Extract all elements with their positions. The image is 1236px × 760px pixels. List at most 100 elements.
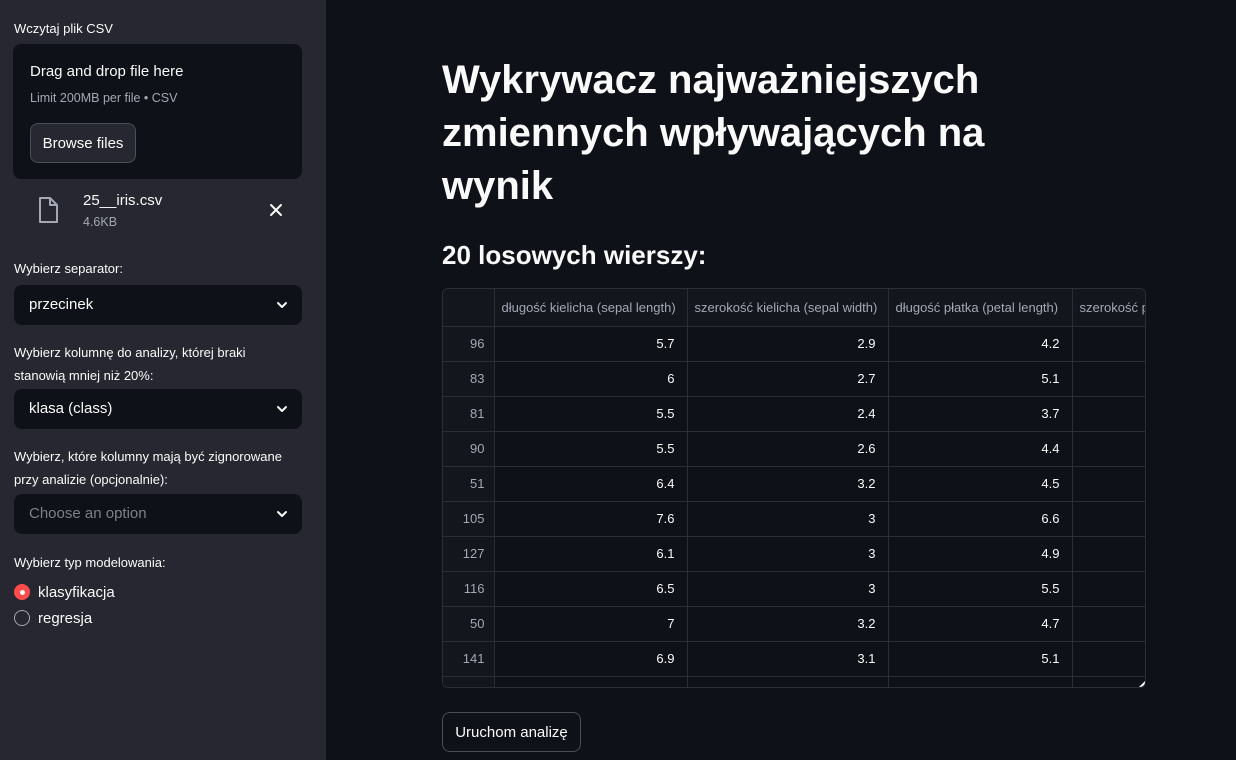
column-label-line2: stanowią mniej niż 20%:: [14, 368, 154, 383]
sidebar: Wczytaj plik CSV Drag and drop file here…: [0, 0, 326, 760]
row-index: 96: [443, 326, 495, 362]
row-index: 105: [443, 501, 495, 537]
file-name: 25__iris.csv: [83, 192, 163, 209]
run-analysis-button[interactable]: Uruchom analizę: [442, 712, 581, 752]
table-cell[interactable]: 3.2: [687, 606, 889, 642]
table-cell: [888, 676, 1073, 687]
table-cell[interactable]: 4.2: [888, 326, 1073, 362]
page-title: Wykrywacz najważniejszych zmiennych wpły…: [442, 58, 985, 208]
table-cell[interactable]: [1072, 466, 1145, 502]
column-header[interactable]: szerokość kielicha (sepal width): [687, 289, 889, 327]
table-cell[interactable]: 5.1: [888, 361, 1073, 397]
table-cell[interactable]: 6.4: [494, 466, 688, 502]
table-cell[interactable]: 3.7: [888, 396, 1073, 432]
table-row: 96 5.7 2.9 4.2: [443, 326, 1145, 362]
table-cell[interactable]: 3.2: [687, 466, 889, 502]
table-row: 116 6.5 3 5.5: [443, 571, 1145, 607]
table-cell[interactable]: 4.7: [888, 606, 1073, 642]
dropzone-title: Drag and drop file here: [30, 63, 184, 80]
dropzone-limit: Limit 200MB per file • CSV: [30, 91, 178, 105]
target-column-select[interactable]: klasa (class): [14, 389, 302, 429]
table-cell[interactable]: 3: [687, 571, 889, 607]
radio-klasyfikacja[interactable]: klasyfikacja: [14, 582, 115, 602]
row-index: 116: [443, 571, 495, 607]
row-index: 141: [443, 641, 495, 677]
table-cell[interactable]: 7.6: [494, 501, 688, 537]
table-cell[interactable]: [1072, 431, 1145, 467]
table-cell[interactable]: 6.9: [494, 641, 688, 677]
ignore-columns-multiselect[interactable]: Choose an option: [14, 494, 302, 534]
row-index: 83: [443, 361, 495, 397]
file-size: 4.6KB: [83, 215, 118, 229]
table-cell[interactable]: [1072, 606, 1145, 642]
row-index: 50: [443, 606, 495, 642]
separator-label: Wybierz separator:: [14, 261, 123, 276]
table-cell[interactable]: 3.1: [687, 641, 889, 677]
table-cell[interactable]: [1072, 501, 1145, 537]
table-row: 127 6.1 3 4.9: [443, 536, 1145, 572]
table-header-row: długość kielicha (sepal length) szerokoś…: [443, 289, 1145, 327]
file-dropzone[interactable]: Drag and drop file here Limit 200MB per …: [13, 44, 302, 179]
table-cell: [1072, 676, 1145, 687]
table-cell[interactable]: [1072, 571, 1145, 607]
table-cell[interactable]: 2.6: [687, 431, 889, 467]
table-cell[interactable]: 6: [494, 361, 688, 397]
table-cell[interactable]: 4.5: [888, 466, 1073, 502]
table-cell[interactable]: 7: [494, 606, 688, 642]
table-cell[interactable]: [1072, 536, 1145, 572]
table-row: 50 7 3.2 4.7: [443, 606, 1145, 642]
radio-selected-indicator: [14, 584, 30, 600]
table-cell: [494, 676, 688, 687]
table-cell[interactable]: [1072, 326, 1145, 362]
table-cell[interactable]: 5.5: [494, 396, 688, 432]
radio-regresja[interactable]: regresja: [14, 608, 92, 628]
column-label-line1: Wybierz kolumnę do analizy, której braki: [14, 345, 246, 360]
table-cell[interactable]: 5.5: [888, 571, 1073, 607]
table-row: 105 7.6 3 6.6: [443, 501, 1145, 537]
table-cell[interactable]: 6.5: [494, 571, 688, 607]
ignore-label-line2: przy analizie (opcjonalnie):: [14, 472, 168, 487]
table-cell[interactable]: 3: [687, 536, 889, 572]
table-cell[interactable]: 3: [687, 501, 889, 537]
table-cell[interactable]: [1072, 641, 1145, 677]
table-cell[interactable]: 2.9: [687, 326, 889, 362]
table-row: 90 5.5 2.6 4.4: [443, 431, 1145, 467]
column-header[interactable]: długość płatka (petal length): [888, 289, 1073, 327]
table-cell[interactable]: 4.9: [888, 536, 1073, 572]
model-type-label: Wybierz typ modelowania:: [14, 555, 166, 570]
radio-label: klasyfikacja: [38, 583, 115, 601]
table-cell[interactable]: 5.1: [888, 641, 1073, 677]
data-table[interactable]: długość kielicha (sepal length) szerokoś…: [442, 288, 1146, 688]
uploaded-file: 25__iris.csv 4.6KB: [13, 188, 302, 236]
close-icon[interactable]: [267, 201, 285, 219]
table-row: 51 6.4 3.2 4.5: [443, 466, 1145, 502]
target-column-value: klasa (class): [29, 400, 113, 417]
table-cell[interactable]: 2.7: [687, 361, 889, 397]
upload-label: Wczytaj plik CSV: [14, 21, 113, 36]
table-cell[interactable]: 6.1: [494, 536, 688, 572]
table-cell: [687, 676, 889, 687]
index-header: [443, 289, 495, 327]
radio-label: regresja: [38, 609, 93, 627]
row-index: 51: [443, 466, 495, 502]
browse-files-button[interactable]: Browse files: [30, 123, 136, 163]
table-cell[interactable]: 6.6: [888, 501, 1073, 537]
column-header[interactable]: szerokość p: [1072, 289, 1145, 327]
table-cell[interactable]: 2.4: [687, 396, 889, 432]
table-row: 83 6 2.7 5.1: [443, 361, 1145, 397]
table-cell[interactable]: [1072, 396, 1145, 432]
column-header[interactable]: długość kielicha (sepal length): [494, 289, 688, 327]
table-cell[interactable]: 5.5: [494, 431, 688, 467]
table-cell[interactable]: 5.7: [494, 326, 688, 362]
table-cell[interactable]: 4.4: [888, 431, 1073, 467]
file-icon: [39, 197, 58, 223]
table-row: 141 6.9 3.1 5.1: [443, 641, 1145, 677]
chevron-down-icon: [277, 302, 287, 308]
table-cell[interactable]: [1072, 361, 1145, 397]
separator-value: przecinek: [29, 296, 94, 313]
row-index: 81: [443, 396, 495, 432]
table-subtitle: 20 losowych wierszy:: [442, 240, 707, 270]
table-cell: [443, 676, 495, 687]
separator-select[interactable]: przecinek: [14, 285, 302, 325]
ignore-placeholder: Choose an option: [29, 505, 147, 522]
